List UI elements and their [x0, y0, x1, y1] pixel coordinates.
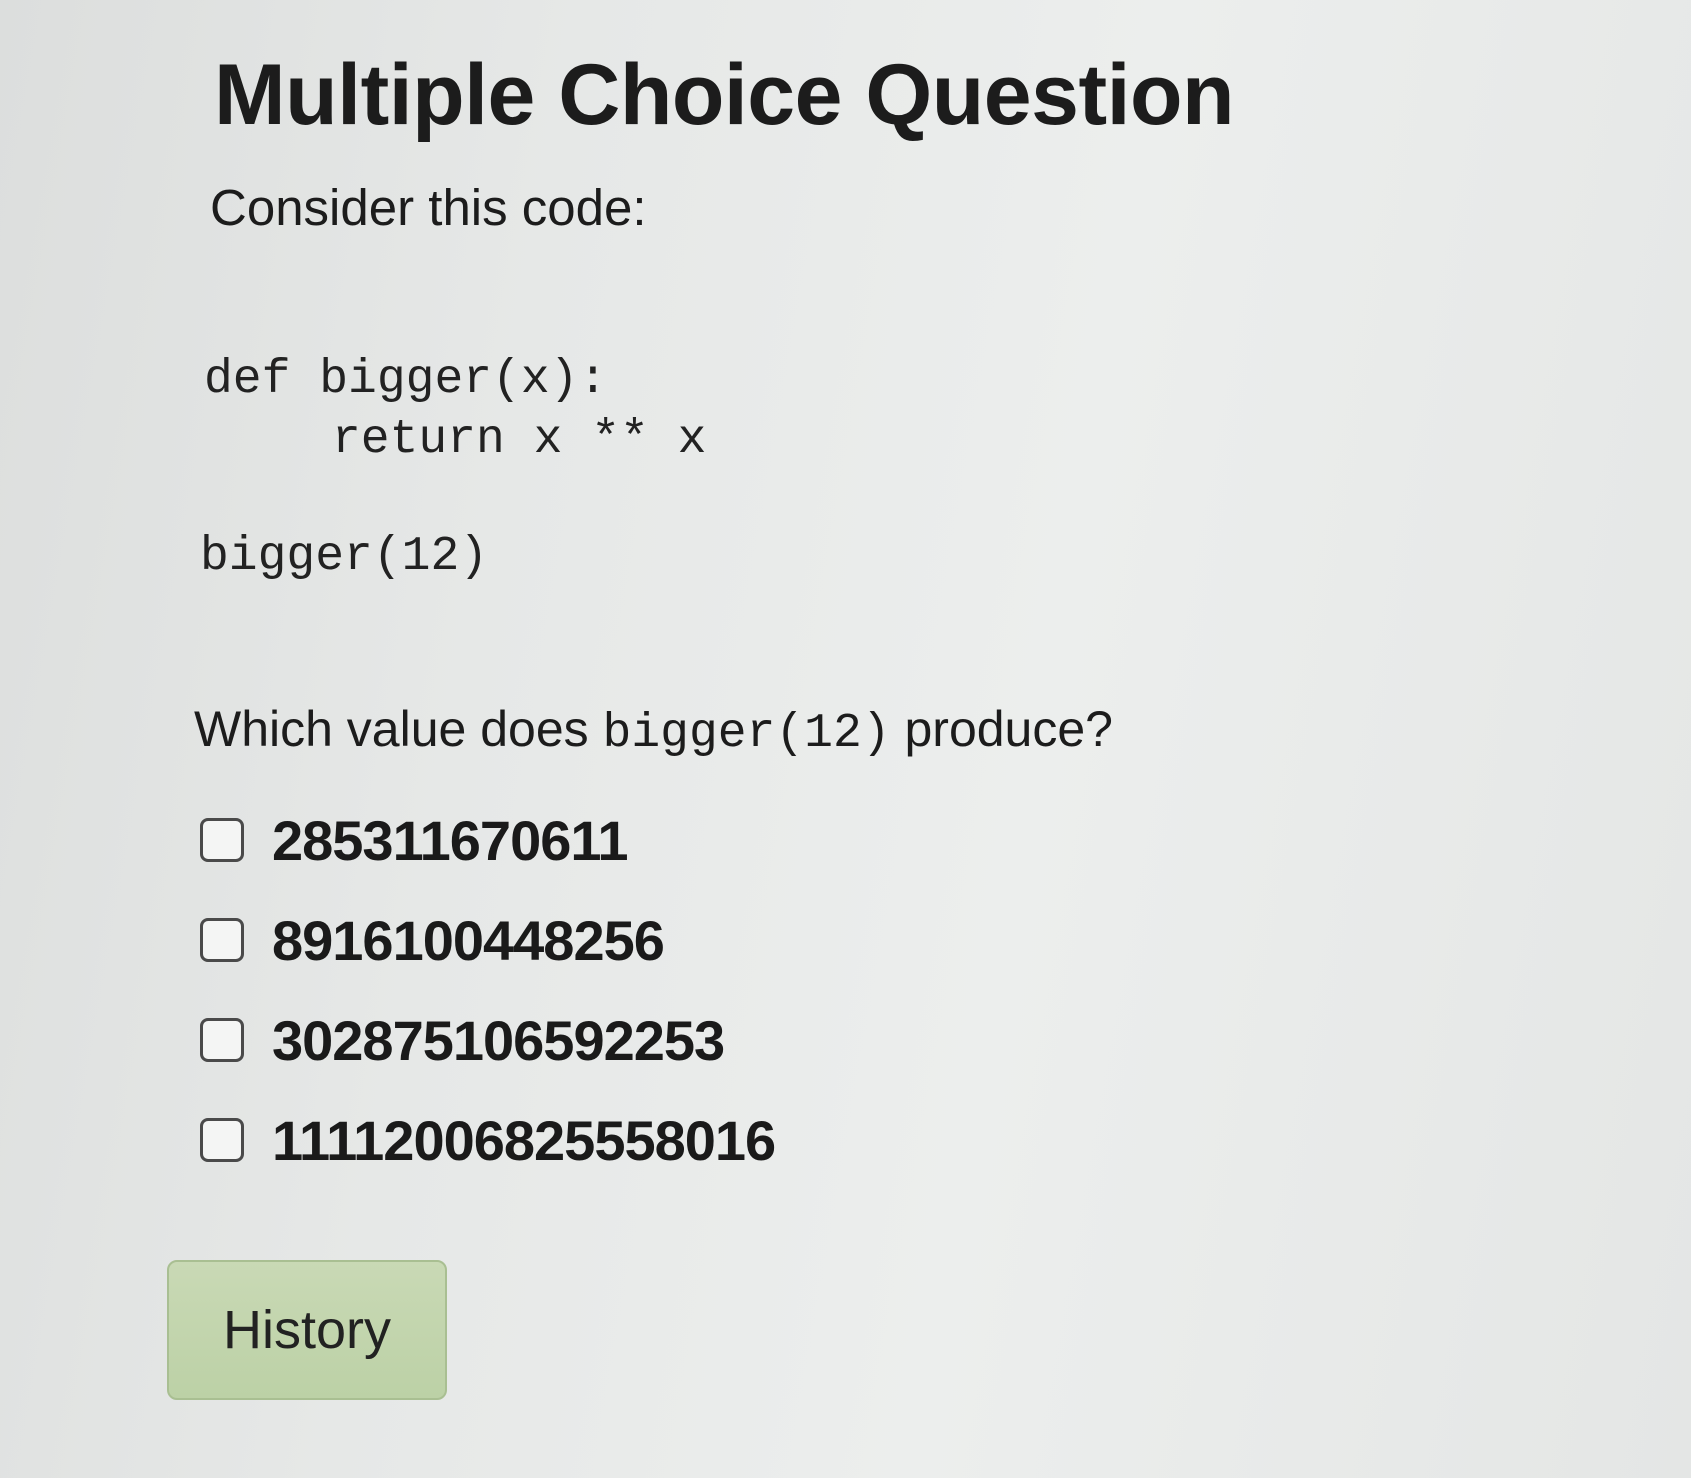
- answer-checkbox[interactable]: [200, 1118, 244, 1162]
- question-page: Multiple Choice Question Consider this c…: [0, 0, 1691, 1478]
- question-prefix: Which value does: [194, 701, 603, 757]
- code-line-def: def bigger(x):: [204, 353, 608, 407]
- answer-options: 285311670611 8916100448256 3028751065922…: [200, 790, 776, 1190]
- answer-label: 285311670611: [272, 808, 629, 872]
- question-code: bigger(12): [602, 707, 891, 761]
- answer-checkbox[interactable]: [200, 818, 244, 862]
- page-title: Multiple Choice Question: [214, 47, 1235, 143]
- answer-label: 302875106592253: [272, 1008, 725, 1072]
- answer-label: 11112006825558016: [272, 1108, 776, 1172]
- answer-checkbox[interactable]: [200, 1018, 244, 1062]
- answer-option[interactable]: 285311670611: [200, 790, 775, 890]
- answer-checkbox[interactable]: [200, 918, 244, 962]
- answer-option[interactable]: 302875106592253: [200, 990, 775, 1090]
- answer-label: 8916100448256: [272, 908, 665, 972]
- code-line-return: return x ** x: [332, 413, 707, 467]
- question-text: Which value does bigger(12) produce?: [194, 700, 1113, 761]
- intro-text: Consider this code:: [210, 179, 647, 236]
- code-call: bigger(12): [200, 530, 489, 584]
- answer-option[interactable]: 11112006825558016: [200, 1090, 776, 1190]
- question-suffix: produce?: [890, 701, 1113, 757]
- history-button[interactable]: History: [167, 1260, 447, 1400]
- answer-option[interactable]: 8916100448256: [200, 890, 775, 990]
- code-block: def bigger(x): return x ** x: [204, 350, 706, 470]
